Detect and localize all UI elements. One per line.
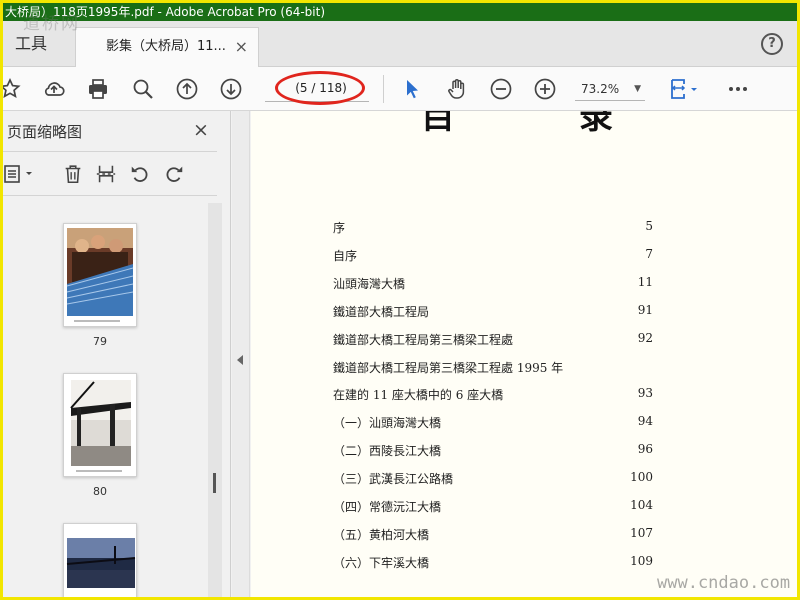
toc-page-number: 11 (637, 274, 653, 289)
toc-row: （六）下牢溪大橋 109 (333, 554, 653, 574)
toc-page-number: 94 (637, 414, 653, 429)
toc-title: 自序 (333, 248, 358, 263)
toolbar-divider (383, 75, 384, 103)
pdf-page: 目 录 序 5 自序 7 汕頭海灣大橋 11 鐵道部大橋工程局 91 鐵道部大橋工程局第三橋梁工… (251, 111, 797, 597)
toc-title: （一）汕頭海灣大橋 (333, 416, 442, 431)
page-down-icon[interactable] (218, 76, 244, 102)
toc-row: 序5 (333, 219, 653, 239)
bookmark-star-icon[interactable] (3, 76, 23, 102)
thumbnails-scrollbar[interactable] (208, 203, 222, 597)
select-pointer-icon[interactable] (399, 76, 425, 102)
panel-divider (3, 151, 217, 152)
toc-title: （三）武漢長江公路橋 (333, 472, 454, 487)
panel-title: 页面缩略图 (7, 123, 83, 141)
toc-row: 自序 7 (333, 247, 653, 267)
tab-close-icon[interactable]: × (235, 28, 248, 66)
toc-title: 序 (333, 221, 346, 235)
toc-row: 鐵道部大橋工程局 91 (333, 303, 653, 323)
collapse-arrow-icon[interactable] (237, 355, 243, 365)
app-window: 大桥局）118页1995年.pdf - Adobe Acrobat Pro (6… (0, 0, 800, 600)
toc-title: 在建的 11 座大橋中的 6 座大橋 (333, 388, 504, 403)
zoom-level-select[interactable]: 73.2% ▼ (575, 77, 645, 101)
toc-title: 汕頭海灣大橋 (333, 276, 406, 291)
page-fit-icon[interactable] (667, 76, 701, 102)
annotation-circle (275, 71, 365, 105)
main-toolbar: (5 / 118) 73.2% ▼ (3, 67, 797, 111)
toc-page-number: 93 (637, 386, 653, 401)
toc-page-number: 91 (637, 302, 653, 317)
toc-page-number: 7 (645, 246, 653, 261)
toc-row: 鐵道部大橋工程局第三橋梁工程處 92 (333, 331, 653, 351)
toc-row: 在建的 11 座大橋中的 6 座大橋 93 (333, 386, 653, 406)
help-icon[interactable]: ? (761, 33, 783, 55)
toc-title: （二）西陵長江大橋 (333, 444, 442, 459)
toc-page-number: 107 (630, 525, 653, 540)
watermark-bottom: www.cndao.com (657, 573, 791, 593)
page-up-icon[interactable] (174, 76, 200, 102)
toc-page-number: 5 (645, 219, 653, 233)
page-heading: 目 录 (421, 111, 669, 137)
rotate-right-icon[interactable] (162, 161, 186, 187)
toc-title: （五）黄柏河大橋 (333, 527, 430, 542)
split-page-icon[interactable] (94, 161, 118, 187)
upload-icon[interactable] (41, 76, 67, 102)
toc-page-number: 104 (630, 498, 653, 512)
more-icon[interactable] (725, 76, 751, 102)
zoom-level-value: 73.2% (581, 82, 620, 96)
zoom-out-icon[interactable] (488, 76, 514, 102)
document-viewport: 目 录 序 5 自序 7 汕頭海灣大橋 11 鐵道部大橋工程局 91 鐵道部大橋工程局第三橋梁工… (251, 111, 797, 597)
toc-page-number: 109 (630, 553, 653, 568)
page-thumbnail[interactable] (63, 373, 137, 477)
print-icon[interactable] (85, 76, 111, 102)
toc-title: （六）下牢溪大橋 (333, 555, 430, 570)
tab-document[interactable]: 影集（大桥局）11... × (75, 27, 259, 67)
thumbnails-panel: 页面缩略图 × 79 80 (3, 111, 231, 597)
toc-row: （二）西陵長江大橋 96 (333, 442, 653, 462)
toc-title: 鐵道部大橋工程局 (333, 304, 430, 319)
tab-bar: 工具 影集（大桥局）11... × ? (3, 21, 797, 67)
toc-title: 鐵道部大橋工程局第三橋梁工程處 (333, 332, 514, 347)
thumbnail-label: 79 (93, 335, 107, 348)
window-title: 大桥局）118页1995年.pdf - Adobe Acrobat Pro (6… (3, 3, 797, 21)
panel-close-icon[interactable]: × (193, 119, 209, 141)
rotate-left-icon[interactable] (128, 161, 152, 187)
chevron-down-icon: ▼ (634, 84, 641, 94)
zoom-in-icon[interactable] (532, 76, 558, 102)
trash-icon[interactable] (61, 161, 85, 187)
toc-page-number: 96 (637, 442, 653, 457)
hand-icon[interactable] (444, 76, 470, 102)
toc-row: （四）常德沅江大橋 104 (333, 498, 653, 518)
toc-row: （一）汕頭海灣大橋 94 (333, 414, 653, 434)
toc-title: 鐵道部大橋工程局第三橋梁工程處 1995 年 (333, 360, 564, 375)
search-zoom-icon[interactable] (130, 76, 156, 102)
toc-row: （三）武漢長江公路橋 100 (333, 470, 653, 490)
scrollbar-handle[interactable] (213, 473, 216, 493)
watermark-top: 道桥网 (23, 14, 80, 34)
toc-page-number: 100 (630, 470, 653, 485)
page-thumbnail[interactable] (63, 223, 137, 327)
toc-row: 鐵道部大橋工程局第三橋梁工程處 1995 年 (333, 359, 653, 379)
toc-row: （五）黄柏河大橋 107 (333, 526, 653, 546)
toc-page-number: 92 (637, 330, 653, 345)
toc-title: （四）常德沅江大橋 (333, 500, 442, 514)
toc-row: 汕頭海灣大橋 11 (333, 275, 653, 295)
thumbnail-label: 80 (93, 485, 107, 498)
tab-document-label: 影集（大桥局）11... (106, 39, 226, 54)
panel-divider (3, 195, 217, 196)
options-menu-icon[interactable] (3, 161, 37, 187)
page-thumbnail[interactable] (63, 523, 137, 597)
